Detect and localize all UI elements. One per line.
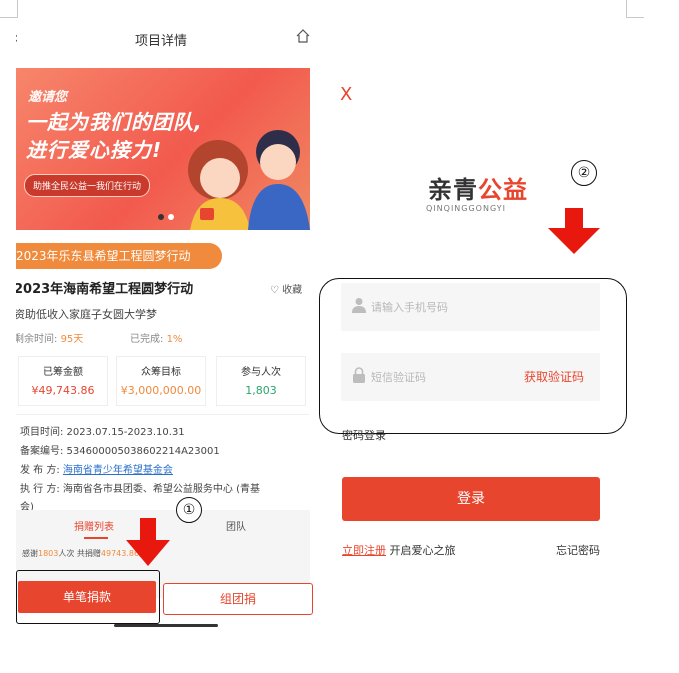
register-tail: 开启爱心之旅: [386, 544, 456, 557]
project-description: 资助低收入家庭子女圆大学梦: [16, 308, 157, 321]
thanks-prefix: 感谢: [22, 549, 38, 558]
home-icon[interactable]: [295, 28, 311, 44]
tab-underline: [84, 537, 108, 539]
register-line: 立即注册 开启爱心之旅: [342, 542, 456, 558]
forgot-password-link[interactable]: 忘记密码: [556, 542, 600, 558]
project-title: 2023年海南希望工程圆梦行动: [16, 282, 194, 297]
illustration-couple: [188, 130, 310, 230]
highlight-box-single-donation: [16, 570, 160, 624]
stat-label: 众筹目标: [141, 367, 181, 378]
banner-line-1: 一起为我们的团队,: [26, 110, 203, 134]
promo-banner[interactable]: 邀请您 一起为我们的团队, 进行爱心接力! 助推全民公益一我们在行动: [16, 68, 310, 230]
close-icon[interactable]: X: [340, 84, 352, 105]
stat-raised: 已筹金额 ¥49,743.86: [18, 356, 108, 406]
publisher-link[interactable]: 海南省青少年希望基金会: [63, 465, 173, 476]
info-publisher: 发 布 方: 海南省青少年希望基金会: [20, 461, 173, 476]
screenshot: { "left": { "topbar": { "back_icon": "ch…: [0, 0, 679, 673]
banner-line-2: 进行爱心接力!: [26, 138, 163, 162]
favorite-button[interactable]: ♡ 收藏: [270, 281, 302, 296]
thanks-mid: 人次 共捐赠: [58, 549, 101, 558]
stat-value: ¥49,743.86: [31, 384, 95, 397]
tab-team[interactable]: 团队: [226, 518, 246, 533]
register-link[interactable]: 立即注册: [342, 544, 386, 557]
completed-value: 1%: [166, 334, 183, 345]
crop-mark: [0, 0, 18, 18]
stat-goal: 众筹目标 ¥3,000,000.00: [116, 356, 206, 406]
crop-mark: [626, 0, 644, 18]
info-time: 项目时间: 2023.07.15-2023.10.31: [20, 427, 185, 438]
annotation-step-2: ②: [571, 160, 597, 186]
completed-progress: 已完成: 1%: [130, 330, 182, 345]
publisher-label: 发 布 方:: [20, 465, 63, 476]
remaining-time: 剩余时间: 95天: [16, 330, 83, 345]
password-login-link[interactable]: 密码登录: [342, 427, 386, 443]
info-executor: 执 行 方: 海南省各市县团委、希望公益服务中心 (青基: [20, 484, 260, 495]
stat-label: 已筹金额: [43, 367, 83, 378]
group-donation-button[interactable]: 组团捐: [163, 583, 313, 615]
banner-pill: 助推全民公益一我们在行动: [24, 174, 151, 197]
carousel-dot-active[interactable]: [158, 214, 164, 220]
logo-text-red: 公益: [478, 176, 528, 204]
brand-logo: 亲青公益: [428, 170, 528, 205]
stat-value: ¥3,000,000.00: [120, 384, 202, 397]
thanks-count: 1803: [38, 549, 59, 558]
login-button[interactable]: 登录: [342, 477, 600, 521]
stat-label: 参与人次: [241, 367, 281, 378]
annotation-step-1: ①: [176, 497, 202, 523]
completed-label: 已完成:: [130, 334, 164, 345]
info-record: 备案编号: 534600005038602214A23001: [20, 446, 220, 457]
tab-donation-list[interactable]: 捐赠列表: [74, 518, 114, 533]
page-title: 项目详情: [134, 34, 187, 49]
project-tag: 2023年乐东县希望工程圆梦行动: [16, 243, 222, 269]
stat-participants: 参与人次 1,803: [216, 356, 306, 406]
carousel-dot[interactable]: [168, 214, 174, 220]
brand-logo-en: QINQINGGONGYI: [426, 204, 507, 213]
top-bar: ‹ 项目详情: [16, 22, 319, 58]
down-arrow-icon: [126, 518, 170, 566]
favorite-label: 收藏: [282, 285, 303, 296]
heart-icon: ♡: [270, 285, 279, 296]
project-info: 项目时间: 2023.07.15-2023.10.31 备案编号: 534600…: [16, 414, 309, 515]
down-arrow-icon: [548, 208, 600, 254]
home-indicator: [114, 624, 218, 627]
remaining-value: 95天: [60, 334, 84, 345]
stat-value: 1,803: [245, 384, 277, 397]
logo-text-black: 亲青: [428, 176, 478, 204]
remaining-label: 剩余时间:: [16, 334, 58, 345]
banner-invite: 邀请您: [28, 90, 68, 105]
highlight-box-login-fields: [319, 278, 627, 434]
